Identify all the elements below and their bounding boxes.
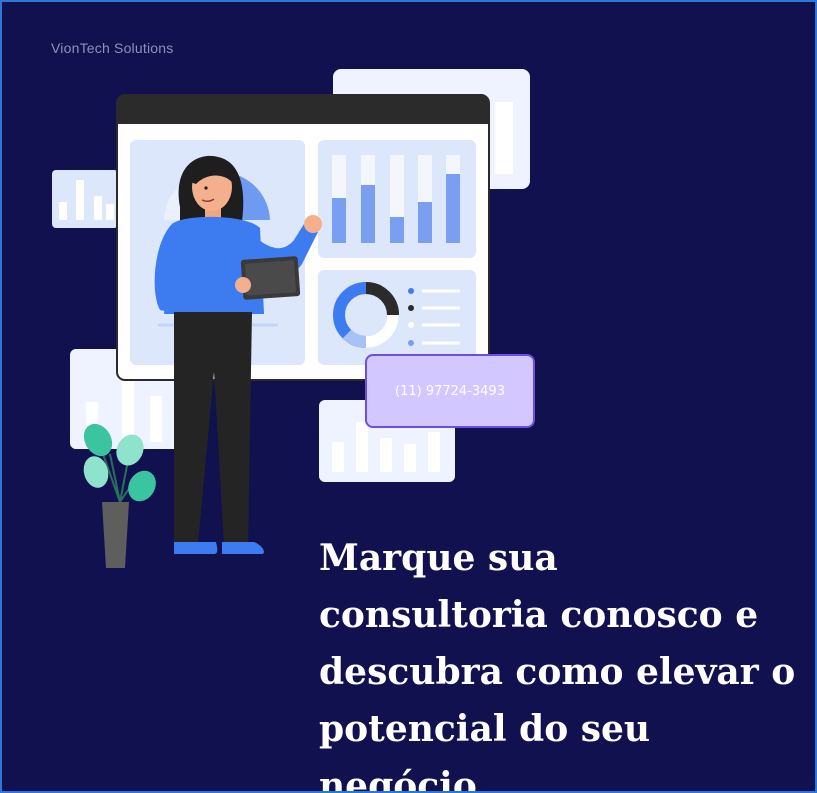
- phone-number: (11) 97724-3493: [395, 383, 505, 399]
- bar-chart-icon: [52, 170, 118, 228]
- promo-card: VionTech Solutions (11) 97724-3493 Marqu…: [0, 0, 817, 793]
- tablet-icon: [240, 256, 301, 300]
- headline-text: Marque sua consultoria conosco e descubr…: [319, 537, 796, 793]
- phone-contact-button[interactable]: (11) 97724-3493: [365, 354, 535, 428]
